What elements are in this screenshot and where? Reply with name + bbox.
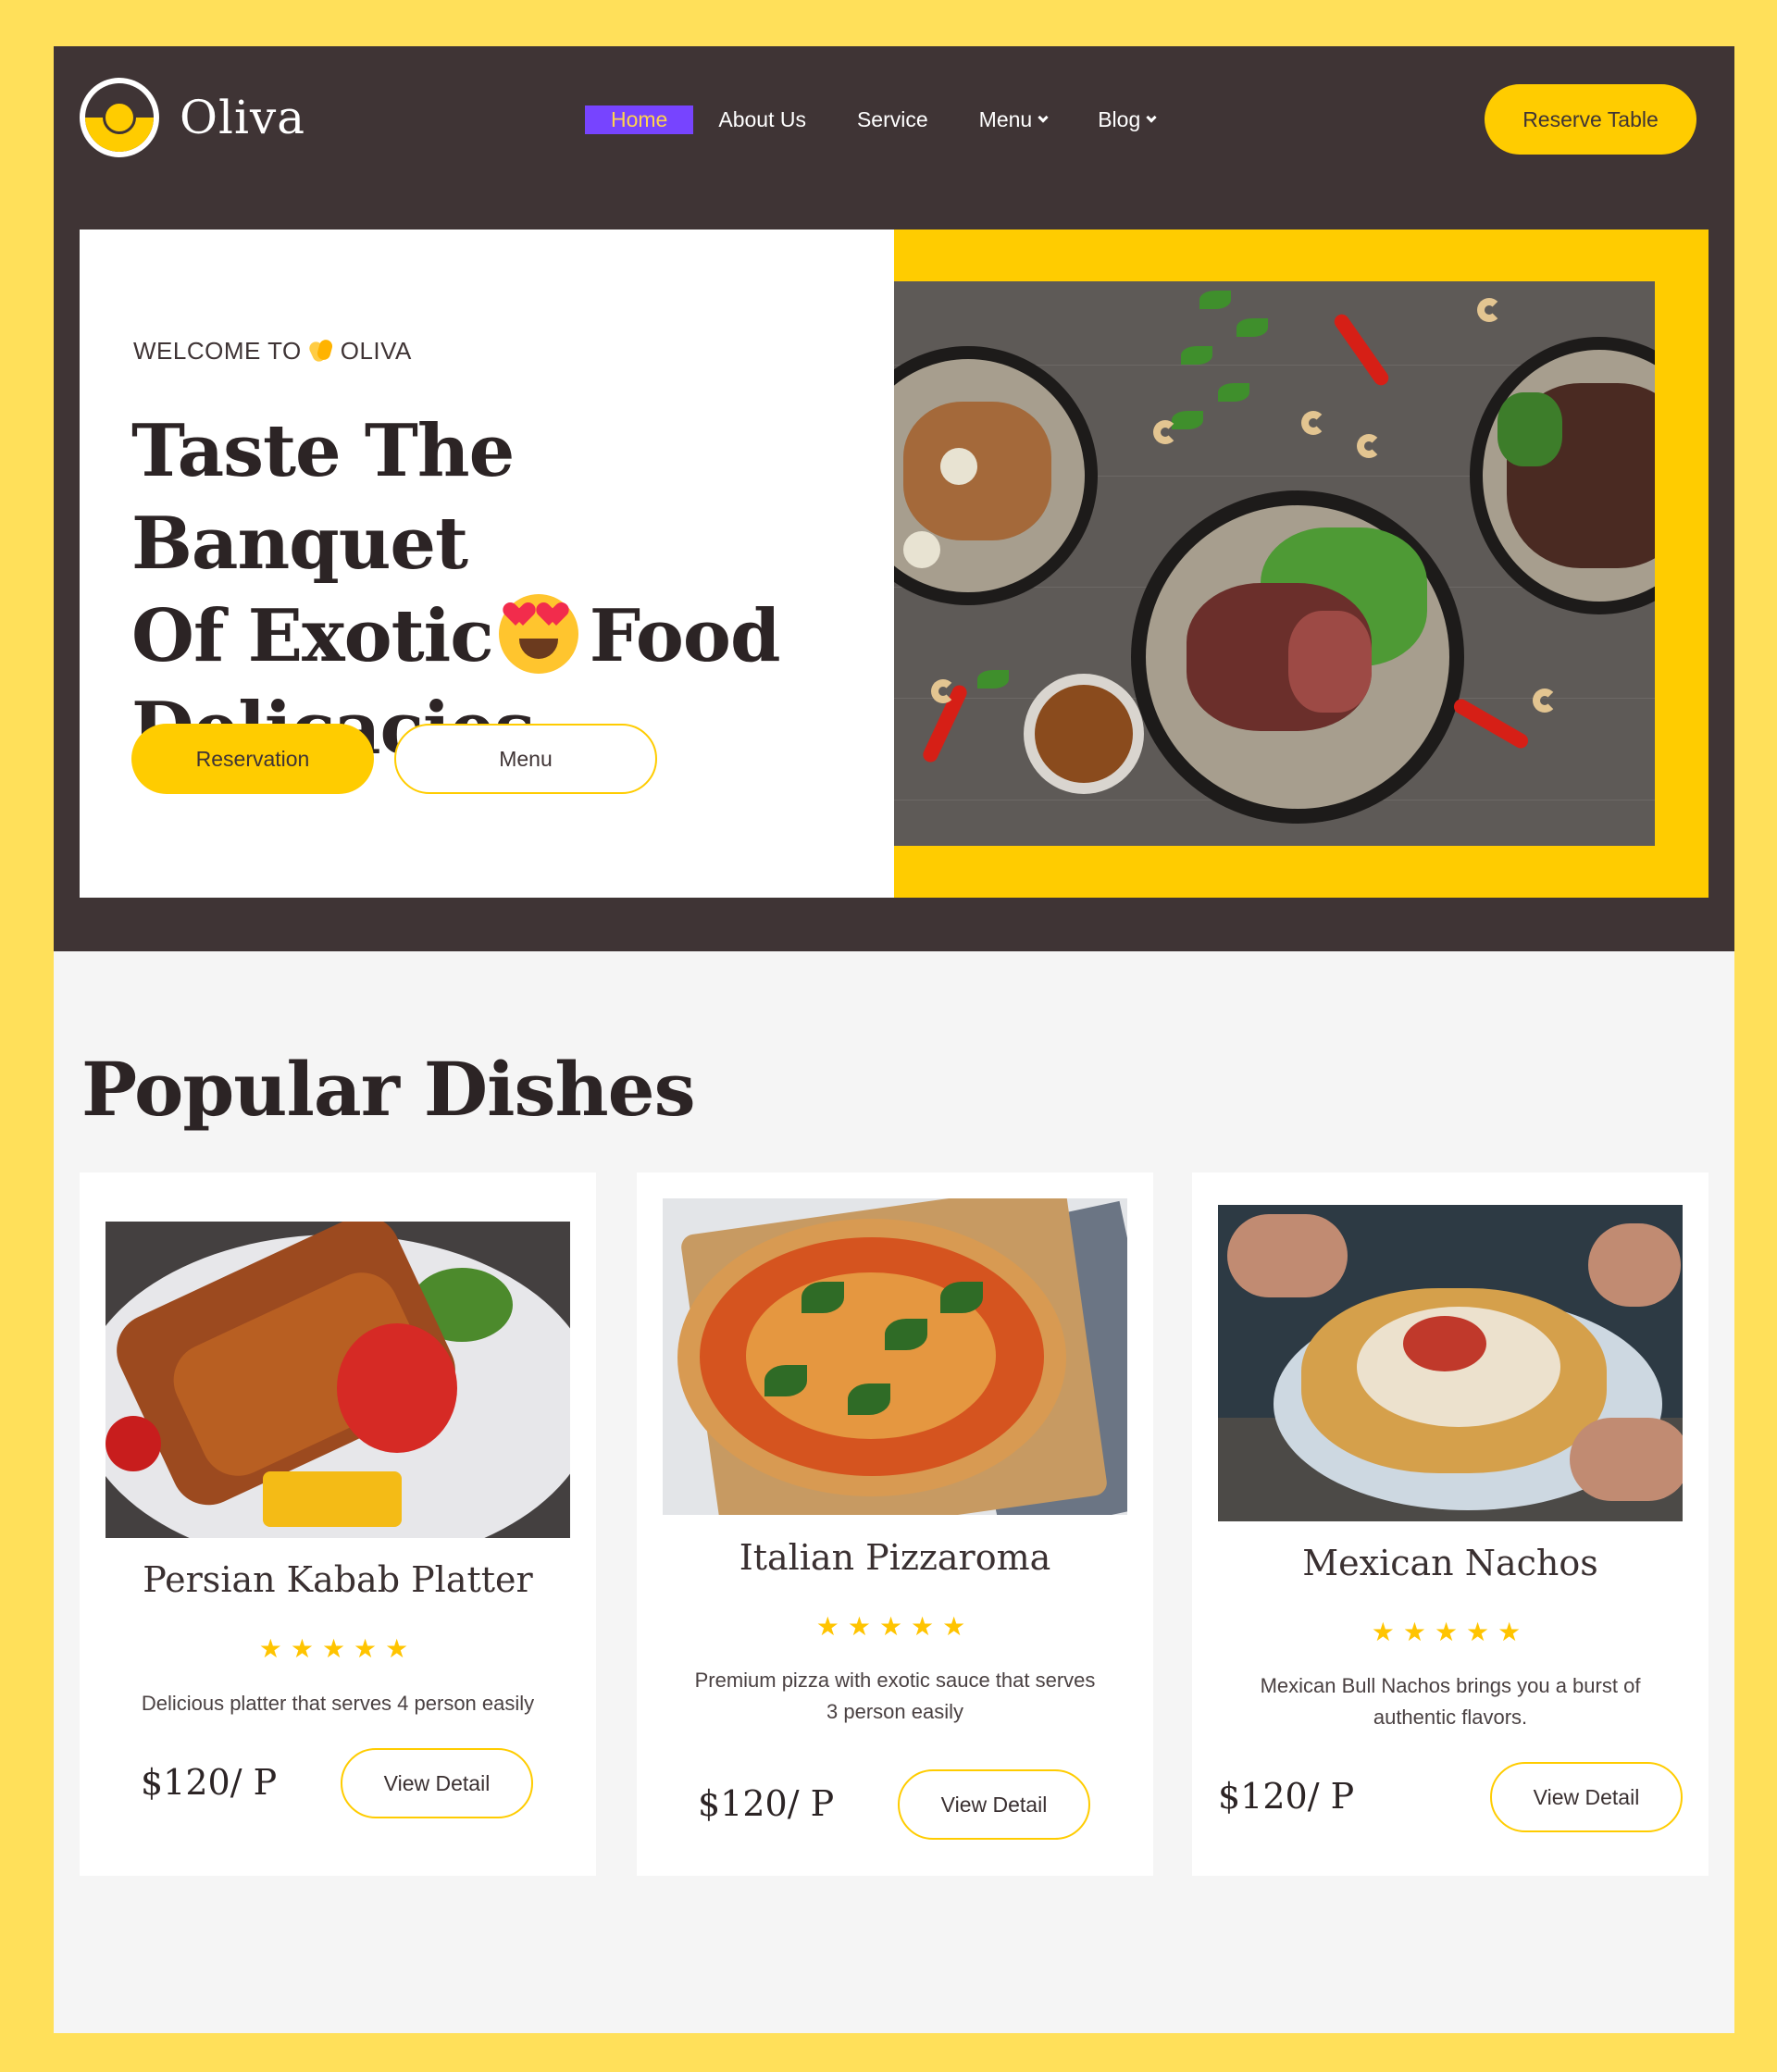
dish-price: $120/ P <box>698 1783 835 1824</box>
dish-name: Persian Kabab Platter <box>143 1559 533 1600</box>
reserve-table-button[interactable]: Reserve Table <box>1485 84 1696 155</box>
dish-description: Delicious platter that serves 4 person e… <box>141 1692 535 1715</box>
nav-item-service[interactable]: Service <box>857 107 928 132</box>
main-nav: Home About Us Service Menu Blog <box>585 105 1206 134</box>
dish-price: $120/ P <box>1218 1776 1355 1817</box>
view-detail-button[interactable]: View Detail <box>898 1769 1090 1840</box>
welcome-prefix: WELCOME TO <box>133 337 302 365</box>
reservation-button[interactable]: Reservation <box>131 724 374 794</box>
page-frame: Oliva Home About Us Service Menu Blog Re… <box>54 46 1734 2033</box>
nav-item-about-us[interactable]: About Us <box>718 107 806 132</box>
hero-buttons: Reservation Menu <box>131 724 657 794</box>
dish-description: Mexican Bull Nachos brings you a burst o… <box>1260 1674 1641 1729</box>
popular-dishes-title: Popular Dishes <box>81 1046 696 1133</box>
dish-name: Italian Pizzaroma <box>739 1537 1051 1578</box>
dish-image <box>106 1222 570 1538</box>
dish-description: Premium pizza with exotic sauce that ser… <box>694 1669 1096 1723</box>
hero-title-line2a: Of Exotic <box>131 594 494 678</box>
star-rating-icon: ★★★★★ <box>258 1634 417 1663</box>
clapping-hands-icon <box>307 338 335 366</box>
dish-image <box>1218 1205 1683 1521</box>
view-detail-button[interactable]: View Detail <box>341 1748 533 1818</box>
chevron-down-icon <box>1038 111 1049 123</box>
nav-item-home[interactable]: Home <box>585 105 694 134</box>
hero-image-panel <box>894 230 1709 898</box>
dish-card: Persian Kabab Platter ★★★★★ Delicious pl… <box>80 1172 596 1876</box>
chevron-down-icon <box>1146 111 1157 123</box>
view-detail-button[interactable]: View Detail <box>1490 1762 1683 1832</box>
heart-eyes-emoji-icon <box>498 594 578 674</box>
header-hero-section: Oliva Home About Us Service Menu Blog Re… <box>54 46 1734 951</box>
hero-food-photo <box>894 281 1655 846</box>
hero-title: Taste The Banquet Of ExoticFood Delicaci… <box>131 405 835 775</box>
brand-logo[interactable]: Oliva <box>80 78 305 157</box>
hero-text-card: WELCOME TO OLIVA Taste The Banquet Of Ex… <box>80 230 894 898</box>
welcome-brand: OLIVA <box>340 337 412 365</box>
brand-name: Oliva <box>180 91 306 144</box>
nav-item-blog-label: Blog <box>1098 107 1141 131</box>
hero-title-line2b: Food <box>589 594 781 678</box>
star-rating-icon: ★★★★★ <box>1371 1618 1530 1646</box>
nav-item-menu[interactable]: Menu <box>978 107 1049 132</box>
star-rating-icon: ★★★★★ <box>815 1612 975 1641</box>
welcome-eyebrow: WELCOME TO OLIVA <box>133 337 412 366</box>
dish-image <box>663 1198 1127 1515</box>
dish-name: Mexican Nachos <box>1302 1543 1598 1583</box>
dish-card: Italian Pizzaroma ★★★★★ Premium pizza wi… <box>637 1172 1153 1876</box>
menu-button[interactable]: Menu <box>394 724 657 794</box>
dish-card: Mexican Nachos ★★★★★ Mexican Bull Nachos… <box>1192 1172 1709 1876</box>
logo-icon <box>80 78 159 157</box>
nav-item-blog[interactable]: Blog <box>1098 107 1157 132</box>
nav-item-menu-label: Menu <box>978 107 1033 131</box>
hero-title-line1: Taste The Banquet <box>131 409 515 586</box>
dish-price: $120/ P <box>141 1762 278 1803</box>
